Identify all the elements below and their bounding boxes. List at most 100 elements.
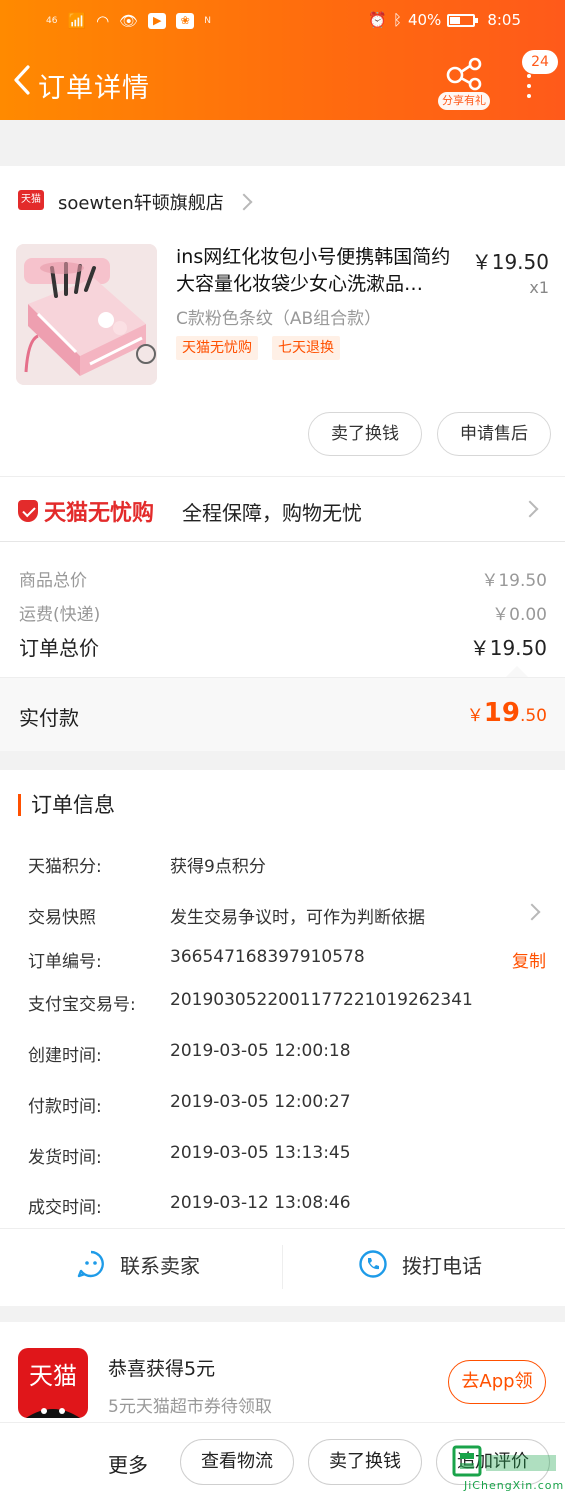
phone-icon — [359, 1250, 387, 1278]
guarantee-text: 全程保障，购物无忧 — [182, 501, 362, 525]
share-icon — [446, 57, 482, 91]
contact-seller-label: 联系卖家 — [120, 1253, 200, 1278]
nav-bar: 订单详情 分享有礼 24 — [0, 50, 565, 112]
contact-seller-button[interactable]: 联系卖家 — [76, 1249, 200, 1279]
tmall-app-logo: 天猫 — [18, 1348, 88, 1418]
shipped-time-label: 发货时间: — [28, 1148, 102, 1168]
order-number-value: 366547168397910578 — [170, 947, 365, 967]
items-total-row: 商品总价 ￥19.50 — [19, 566, 547, 591]
paid-amount-box: 实付款 ￥19.50 — [0, 677, 565, 751]
shipping-value: ￥0.00 — [492, 605, 547, 625]
order-total-row: 订单总价 ￥19.50 — [19, 632, 547, 660]
chat-icon — [77, 1250, 104, 1278]
guarantee-row[interactable]: 天猫无忧购 全程保障，购物无忧 — [0, 476, 565, 542]
battery-percent: 40% — [407, 11, 442, 29]
product-spec: C款粉色条纹（AB组合款） — [176, 309, 382, 329]
call-label: 拨打电话 — [402, 1253, 482, 1278]
site-watermark: JiChengXin.com — [446, 1437, 565, 1500]
bluetooth-icon: ᛒ — [392, 11, 402, 29]
shop-name: soewten轩顿旗舰店 — [58, 193, 224, 214]
product-image[interactable] — [16, 244, 157, 385]
get-in-app-button[interactable]: 去App领 — [448, 1360, 546, 1404]
paid-decimal: .50 — [519, 706, 547, 726]
pay-box-caret — [506, 666, 528, 677]
resell-bottom-button[interactable]: 卖了换钱 — [308, 1439, 422, 1485]
resell-button[interactable]: 卖了换钱 — [308, 412, 422, 456]
shop-row[interactable]: 天猫 soewten轩顿旗舰店 — [0, 182, 565, 222]
created-time-value: 2019-03-05 12:00:18 — [170, 1041, 351, 1061]
points-label: 天猫积分: — [28, 857, 102, 877]
message-badge: 24 — [522, 50, 558, 74]
view-logistics-button[interactable]: 查看物流 — [180, 1439, 294, 1485]
signal-icon: 📶 — [67, 12, 87, 30]
snapshot-value[interactable]: 发生交易争议时，可作为判断依据 — [170, 903, 425, 928]
baidu-icon: ❀ — [176, 13, 195, 29]
items-total-value: ￥19.50 — [481, 571, 547, 591]
tmall-badge: 天猫 — [18, 190, 44, 210]
app-header: 46 📶 ◠ 👁 ▶ ❀ N ⏰ ᛒ 40% 8:05 订单详情 分享有礼 24 — [0, 0, 565, 120]
order-number-label: 订单编号: — [28, 952, 102, 972]
more-actions-button[interactable]: 更多 — [108, 1449, 148, 1478]
share-button[interactable]: 分享有礼 — [436, 56, 492, 110]
points-value: 获得9点积分 — [170, 857, 266, 877]
created-time-label: 创建时间: — [28, 1046, 102, 1066]
clock: 8:05 — [487, 11, 521, 29]
page-title: 订单详情 — [38, 73, 150, 104]
status-right: ⏰ ᛒ 40% 8:05 — [368, 11, 521, 29]
product-qty: x1 — [529, 278, 549, 297]
alipay-number-value: 2019030522001177221019262341 — [170, 990, 473, 1010]
after-sales-button[interactable]: 申请售后 — [437, 412, 551, 456]
status-bar: 46 📶 ◠ 👁 ▶ ❀ N ⏰ ᛒ 40% 8:05 — [0, 8, 565, 36]
worry-free-brand: 天猫无忧购 — [44, 501, 155, 526]
paid-integer: 19 — [483, 698, 520, 728]
more-dots-icon — [527, 74, 531, 104]
product-price: ￥19.50 — [471, 250, 549, 274]
nfc-icon: N — [204, 16, 212, 26]
tag-seven-day-return: 七天退换 — [272, 336, 340, 360]
network-type: 46 — [46, 16, 58, 26]
completed-time-value: 2019-03-12 13:08:46 — [170, 1193, 351, 1213]
watermark-logo-icon — [452, 1445, 556, 1477]
alipay-number-label: 支付宝交易号: — [28, 995, 136, 1015]
copy-button[interactable]: 复制 — [512, 947, 546, 972]
promo-card: 天猫 恭喜获得5元 5元天猫超市券待领取 去App领 — [0, 1322, 565, 1432]
shop-chevron-icon — [235, 193, 253, 211]
contact-divider — [282, 1245, 283, 1289]
status-left: 46 📶 ◠ 👁 ▶ ❀ N — [46, 12, 211, 30]
shipping-row: 运费(快递) ￥0.00 — [19, 600, 547, 625]
tmall-app-name: 天猫 — [29, 1362, 77, 1390]
promo-subtitle: 5元天猫超市券待领取 — [108, 1397, 272, 1417]
worry-free-logo: 天猫无忧购 — [18, 495, 154, 527]
more-menu-button[interactable]: 24 — [516, 50, 558, 108]
promo-title: 恭喜获得5元 — [108, 1358, 216, 1380]
shipped-time-value: 2019-03-05 13:13:45 — [170, 1143, 351, 1163]
paid-label: 实付款 — [19, 706, 79, 730]
back-arrow-icon[interactable] — [8, 62, 38, 98]
snapshot-label[interactable]: 交易快照 — [28, 903, 96, 928]
call-button[interactable]: 拨打电话 — [358, 1249, 482, 1279]
paid-amount: ￥19.50 — [467, 698, 547, 728]
order-total-label: 订单总价 — [19, 636, 99, 660]
alarm-icon: ⏰ — [368, 11, 387, 29]
items-total-label: 商品总价 — [19, 571, 87, 591]
tmall-cat-icon — [26, 1408, 80, 1418]
eye-icon: 👁 — [119, 12, 139, 30]
watermark-text: JiChengXin.com — [464, 1479, 565, 1492]
shield-icon — [18, 500, 38, 522]
paid-currency: ￥ — [466, 706, 484, 726]
order-total-value: ￥19.50 — [469, 636, 547, 660]
completed-time-label: 成交时间: — [28, 1198, 102, 1218]
app-notification-icon: ▶ — [148, 13, 167, 29]
product-title[interactable]: ins网红化妆包小号便携韩国简约大容量化妆袋少女心洗漱品… — [176, 244, 460, 298]
wifi-icon: ◠ — [96, 12, 110, 30]
tag-worry-free: 天猫无忧购 — [176, 336, 258, 360]
paid-time-value: 2019-03-05 12:00:27 — [170, 1092, 351, 1112]
guarantee-chevron-icon — [521, 500, 539, 518]
contact-bar: 联系卖家 拨打电话 — [0, 1228, 565, 1306]
cosmetic-bag-image — [16, 244, 157, 385]
battery-icon — [447, 13, 479, 27]
order-info-title: 订单信息 — [18, 794, 115, 816]
share-label: 分享有礼 — [438, 92, 490, 110]
shipping-label: 运费(快递) — [19, 605, 101, 625]
paid-time-label: 付款时间: — [28, 1097, 102, 1117]
